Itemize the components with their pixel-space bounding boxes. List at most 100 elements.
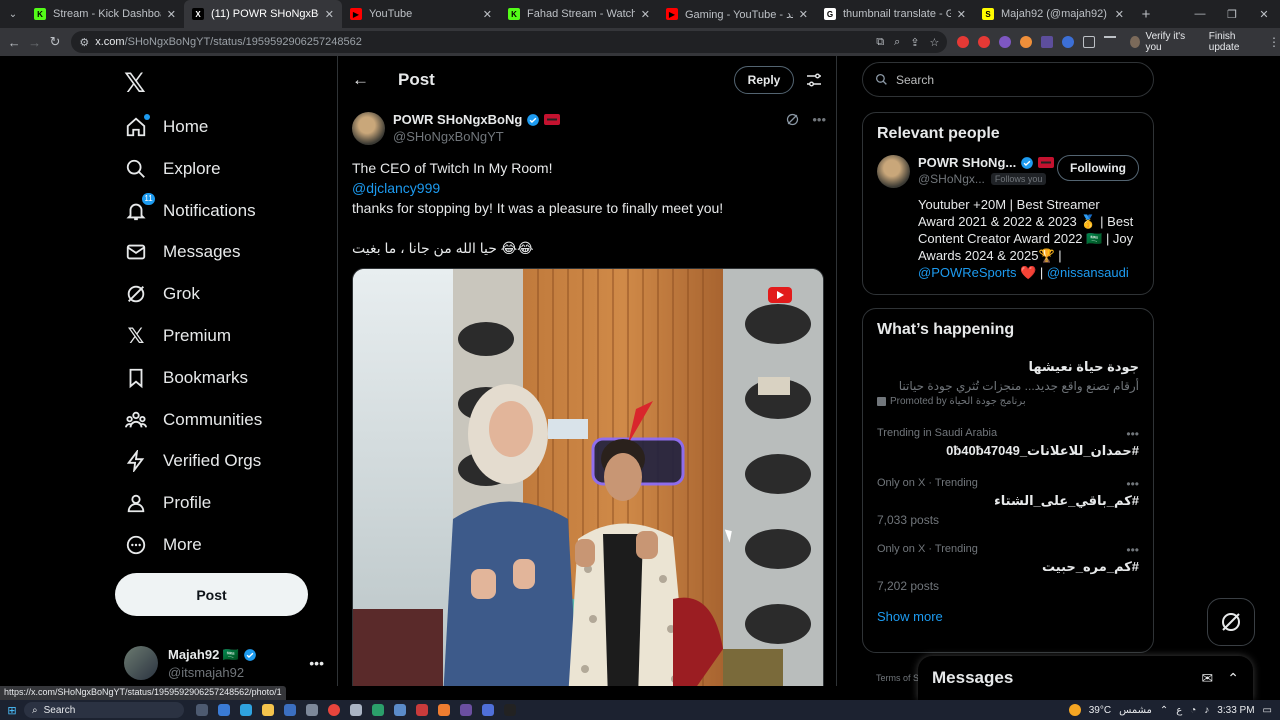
- new-message-icon[interactable]: ✉: [1202, 670, 1214, 687]
- nav-item-grok[interactable]: Grok: [124, 274, 200, 314]
- forward-icon[interactable]: →: [24, 35, 44, 50]
- bio-mention[interactable]: @nissansaudi: [1047, 265, 1129, 280]
- grok-fab-button[interactable]: [1207, 598, 1255, 646]
- extension-icon-red2[interactable]: [978, 36, 991, 48]
- taskbar-app-icon[interactable]: [394, 704, 406, 716]
- nav-item-verified-orgs[interactable]: Verified Orgs: [124, 441, 261, 481]
- show-more-link[interactable]: Show more: [863, 609, 1153, 624]
- post-button[interactable]: Post: [115, 573, 308, 616]
- windows-start-icon[interactable]: ⊞: [0, 704, 24, 717]
- bookmark-star-icon[interactable]: ☆: [929, 36, 939, 49]
- taskbar-app-icon[interactable]: [438, 704, 450, 716]
- back-icon[interactable]: ←: [4, 35, 24, 50]
- reading-list-icon[interactable]: [1104, 36, 1117, 48]
- language-indicator[interactable]: ع: [1176, 705, 1182, 716]
- tab-close-icon[interactable]: ✕: [483, 8, 492, 21]
- nav-item-profile[interactable]: Profile: [124, 483, 211, 523]
- avatar[interactable]: [352, 112, 385, 145]
- person-handle[interactable]: @SHoNgx...: [918, 172, 985, 186]
- grok-explain-icon[interactable]: [785, 112, 800, 127]
- trend-item[interactable]: Trending in Saudi Arabia #حمدان_للاعلانات…: [863, 427, 1153, 459]
- x-logo-icon[interactable]: 𝕏: [124, 68, 146, 99]
- tab-close-icon[interactable]: ✕: [325, 8, 334, 21]
- nav-item-communities[interactable]: Communities: [124, 400, 262, 440]
- nav-item-home[interactable]: Home: [124, 107, 208, 147]
- browser-tab[interactable]: K Stream - Kick Dashboard ✕: [26, 0, 184, 28]
- browser-tab[interactable]: Gthumbnail translate - Google Search ✕: [816, 0, 974, 28]
- author-name[interactable]: POWR SHoNgxBoNg: [393, 112, 522, 127]
- extension-icon-red[interactable]: [957, 36, 970, 48]
- taskbar-app-icon[interactable]: [416, 704, 428, 716]
- site-info-icon[interactable]: ⚙: [79, 36, 89, 49]
- minimize-icon[interactable]: —: [1184, 8, 1216, 21]
- search-input[interactable]: Search: [862, 62, 1154, 97]
- more-options-icon[interactable]: •••: [1126, 477, 1139, 491]
- close-window-icon[interactable]: ✕: [1248, 8, 1280, 21]
- extension-icon-blue[interactable]: [1062, 36, 1075, 48]
- relevant-person[interactable]: POWR SHoNg... @SHoNgx... Follows you Yout…: [863, 143, 1153, 291]
- tray-chevron-icon[interactable]: ⌃: [1160, 705, 1168, 716]
- tab-close-icon[interactable]: ✕: [957, 8, 966, 21]
- extension-icon-orange[interactable]: [1020, 36, 1033, 48]
- taskbar-app-icon[interactable]: [240, 704, 252, 716]
- trend-item[interactable]: Only on X · Trending #كم_باقي_على_الشتاء 7…: [863, 477, 1153, 527]
- avatar[interactable]: [877, 155, 910, 188]
- volume-icon[interactable]: ♪: [1204, 705, 1209, 716]
- install-app-icon[interactable]: ⧉: [876, 36, 884, 49]
- taskbar-app-icon[interactable]: [284, 704, 296, 716]
- sliders-icon[interactable]: [806, 72, 822, 88]
- restore-icon[interactable]: ❐: [1216, 8, 1248, 21]
- tab-close-icon[interactable]: ✕: [641, 8, 650, 21]
- taskbar-app-icon[interactable]: [460, 704, 472, 716]
- tab-close-icon[interactable]: ✕: [799, 8, 808, 21]
- tab-close-icon[interactable]: ✕: [167, 8, 176, 21]
- reload-icon[interactable]: ↻: [45, 34, 65, 50]
- wifi-icon[interactable]: ◔: [1190, 705, 1196, 716]
- mention-link[interactable]: @djclancy999: [352, 178, 822, 198]
- more-options-icon[interactable]: •••: [309, 655, 324, 671]
- taskbar-search[interactable]: ⌕ Search: [24, 702, 184, 718]
- tweet-photo[interactable]: [352, 268, 824, 686]
- tab-search-icon[interactable]: ⌄: [0, 0, 26, 28]
- taskbar-app-icon[interactable]: [196, 704, 208, 716]
- browser-tab[interactable]: K Fahad Stream - Watch Live on Kick ✕: [500, 0, 658, 28]
- following-button[interactable]: Following: [1057, 155, 1139, 181]
- person-name[interactable]: POWR SHoNg...: [918, 155, 1016, 170]
- bio-mention[interactable]: @POWReSports: [918, 265, 1016, 280]
- extension-icon-purple[interactable]: [999, 36, 1012, 48]
- browser-tab[interactable]: ▶ Gaming - YouTube - فهد سعد ✕: [658, 0, 816, 28]
- account-switcher[interactable]: Majah92 🇸🇦 @itsmajah92 •••: [124, 643, 324, 683]
- extension-icon-violet[interactable]: [1041, 36, 1054, 48]
- browser-tab[interactable]: ▶ YouTube ✕: [342, 0, 500, 28]
- address-bar[interactable]: ⚙ x.com/SHoNgxBoNgYT/status/195959290625…: [71, 31, 948, 53]
- taskbar-app-icon[interactable]: [350, 704, 362, 716]
- promoted-trend[interactable]: جودة حياة نعيشها أرقام تصنع واقع جديد...…: [863, 339, 1153, 407]
- browser-menu-icon[interactable]: ⋮: [1268, 35, 1280, 49]
- taskbar-app-icon[interactable]: [504, 704, 516, 716]
- weather-icon[interactable]: [1068, 704, 1081, 716]
- profile-verify-button[interactable]: Verify it's you: [1130, 31, 1194, 53]
- share-icon[interactable]: ⇪: [910, 36, 919, 49]
- taskbar-app-icon[interactable]: [482, 704, 494, 716]
- taskbar-app-icon[interactable]: [218, 704, 230, 716]
- zoom-icon[interactable]: ⌕: [894, 36, 900, 49]
- clock[interactable]: 3:33 PM: [1217, 705, 1254, 716]
- browser-tab[interactable]: S Majah92 (@majah92) | Snapchat ✕: [974, 0, 1132, 28]
- nav-item-more[interactable]: More: [124, 525, 202, 565]
- expand-drawer-icon[interactable]: ⌃: [1227, 670, 1239, 687]
- nav-item-messages[interactable]: Messages: [124, 232, 240, 272]
- messages-drawer[interactable]: Messages ✉ ⌃: [918, 656, 1253, 700]
- back-arrow-icon[interactable]: ←: [352, 70, 370, 90]
- nav-item-explore[interactable]: Explore: [124, 149, 221, 189]
- more-options-icon[interactable]: •••: [1126, 427, 1139, 441]
- nav-item-notifications[interactable]: 11 Notifications: [124, 191, 256, 231]
- notification-center-icon[interactable]: ▭: [1263, 705, 1272, 716]
- tab-close-icon[interactable]: ✕: [1115, 8, 1124, 21]
- new-tab-button[interactable]: +: [1132, 6, 1160, 23]
- browser-tab[interactable]: X (11) POWR SHoNgxBoNg on X ✕: [184, 0, 342, 28]
- reply-button[interactable]: Reply: [734, 66, 794, 94]
- nav-item-bookmarks[interactable]: Bookmarks: [124, 358, 248, 398]
- extensions-puzzle-icon[interactable]: [1083, 36, 1096, 48]
- nav-item-premium[interactable]: 𝕏 Premium: [124, 316, 231, 356]
- taskbar-app-icon[interactable]: [262, 704, 274, 716]
